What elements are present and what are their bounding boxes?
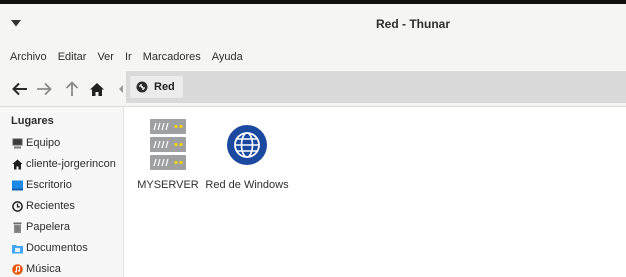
sidebar-item-label: Escritorio	[26, 179, 72, 191]
server-icon	[144, 117, 192, 173]
sidebar-item-label: Papelera	[26, 221, 71, 233]
path-button-label: Red	[154, 81, 175, 93]
network-icon	[136, 81, 148, 93]
sidebar-item-musica[interactable]: Música	[12, 260, 61, 277]
desktop-icon	[12, 180, 23, 191]
globe-icon	[223, 117, 271, 173]
music-icon	[12, 263, 23, 275]
title-bar: Red - Thunar	[0, 4, 626, 43]
menu-editar[interactable]: Editar	[58, 51, 87, 63]
clock-icon	[12, 200, 23, 212]
menu-marcadores[interactable]: Marcadores	[143, 51, 201, 63]
trash-icon	[12, 222, 23, 233]
sidebar-item-label: cliente-jorgerincon	[26, 158, 116, 170]
sidebar-item-recientes[interactable]: Recientes	[12, 197, 75, 215]
path-scroll-left-button[interactable]	[118, 84, 124, 94]
arrow-left-icon	[12, 82, 27, 96]
sidebar-item-label: Música	[26, 263, 61, 275]
sidebar-item-home[interactable]: cliente-jorgerincon	[12, 155, 116, 173]
menu-ayuda[interactable]: Ayuda	[212, 51, 243, 63]
sidebar-item-label: Documentos	[26, 242, 88, 254]
sidebar-item-equipo[interactable]: Equipo	[12, 134, 60, 152]
sidebar-heading: Lugares	[11, 115, 54, 127]
sidebar-item-label: Recientes	[26, 200, 75, 212]
file-item-myserver[interactable]: MYSERVER	[123, 117, 213, 191]
file-view: MYSERVER Red de Windows	[125, 107, 626, 277]
file-name: MYSERVER	[137, 179, 199, 191]
sidebar: Lugares Equipo cliente-jorgerincon Escri…	[0, 107, 124, 277]
home-icon	[90, 82, 104, 96]
menu-ver[interactable]: Ver	[97, 51, 114, 63]
back-button[interactable]	[10, 79, 30, 99]
path-button-red[interactable]: Red	[130, 76, 183, 98]
computer-icon	[12, 138, 23, 149]
documents-folder-icon	[12, 243, 23, 254]
forward-button[interactable]	[34, 79, 54, 99]
menu-ir[interactable]: Ir	[125, 51, 132, 63]
sidebar-item-label: Equipo	[26, 137, 61, 149]
sidebar-item-papelera[interactable]: Papelera	[12, 218, 70, 236]
sidebar-item-documentos[interactable]: Documentos	[12, 239, 88, 257]
home-button[interactable]	[87, 79, 107, 99]
path-bar	[126, 71, 626, 103]
arrow-up-icon	[65, 81, 79, 96]
up-button[interactable]	[62, 79, 82, 99]
file-item-red-de-windows[interactable]: Red de Windows	[202, 117, 292, 191]
file-name: Red de Windows	[205, 179, 289, 191]
home-icon	[12, 159, 23, 170]
window-title: Red - Thunar	[376, 17, 450, 31]
menu-archivo[interactable]: Archivo	[10, 51, 47, 63]
chevron-left-icon	[119, 85, 123, 93]
menu-bar: Archivo Editar Ver Ir Marcadores Ayuda	[0, 43, 626, 71]
arrow-right-icon	[37, 82, 52, 96]
sidebar-item-escritorio[interactable]: Escritorio	[12, 176, 72, 194]
